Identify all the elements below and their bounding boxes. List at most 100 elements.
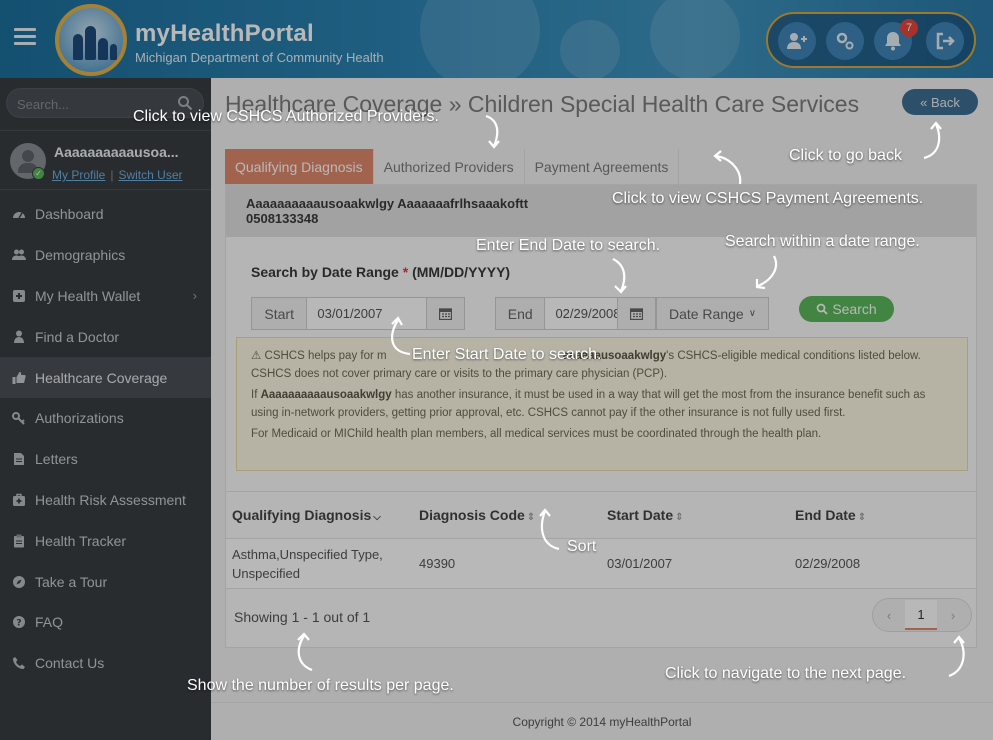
back-button[interactable]: « Back [902, 89, 978, 115]
sidebar-item-label: Demographics [35, 247, 126, 264]
sidebar-item-label: Health Risk Assessment [35, 491, 186, 508]
cshcs-notice: ⚠ CSHCS helps pay for m aaaaaausoaakwlgy'… [236, 337, 968, 471]
cell-diagnosis: Asthma,Unspecified Type, Unspecified [232, 546, 383, 581]
search-button[interactable]: Search [799, 296, 894, 322]
tutorial-arrow-icon [485, 114, 500, 149]
sidebar-item-authorizations[interactable]: Authorizations [0, 398, 211, 439]
tab-bar: Qualifying Diagnosis Authorized Provider… [225, 149, 680, 184]
sidebar-item-label: Authorizations [35, 410, 124, 427]
add-user-button[interactable] [778, 22, 816, 60]
verified-check-icon: ✓ [32, 167, 45, 180]
tab-qualifying-diagnosis[interactable]: Qualifying Diagnosis [225, 149, 374, 184]
settings-button[interactable] [826, 22, 864, 60]
sort-icon[interactable]: ⇕ [675, 512, 683, 523]
header-decoration [650, 0, 740, 78]
sidebar-item-health-risk-assessment[interactable]: Health Risk Assessment [0, 480, 211, 521]
settings-icon [836, 32, 854, 50]
sidebar-item-label: Healthcare Coverage [35, 369, 168, 386]
notifications-button[interactable]: 7 [874, 19, 918, 60]
column-header[interactable]: Diagnosis Code ⇕ [413, 507, 601, 523]
patient-id: 0508133348 [246, 211, 319, 226]
column-header-label: Start Date [607, 507, 674, 523]
plus-square-icon [13, 289, 25, 302]
brand-logo [55, 4, 127, 76]
switch-user-link[interactable]: Switch User [118, 168, 182, 182]
sidebar-item-take-a-tour[interactable]: Take a Tour [0, 561, 211, 602]
date-range-dropdown-label: Date Range [668, 305, 744, 322]
chevron-down-icon: ∨ [748, 308, 757, 319]
sidebar-nav: Dashboard Demographics My Health Wallet … [0, 194, 217, 684]
sidebar-item-find-a-doctor[interactable]: Find a Doctor [0, 316, 211, 357]
sort-desc-icon[interactable]: ⌵ [373, 512, 381, 523]
svg-text:?: ? [16, 619, 21, 629]
next-page-button[interactable]: › [937, 600, 969, 630]
brand-subtitle: Michigan Department of Community Health [135, 50, 384, 65]
sidebar-item-contact-us[interactable]: Contact Us [0, 643, 211, 684]
tutorial-arrow-icon [713, 150, 742, 185]
column-header[interactable]: End Date ⇕ [789, 507, 976, 523]
main-content: Healthcare Coverage » Children Special H… [211, 78, 993, 740]
compass-icon [13, 575, 25, 588]
sort-icon[interactable]: ⇕ [858, 512, 866, 523]
sidebar-item-letters[interactable]: Letters [0, 439, 211, 480]
key-icon [12, 412, 25, 426]
search-button-label: Search [832, 301, 877, 317]
sidebar-item-healthcare-coverage[interactable]: Healthcare Coverage [0, 357, 217, 398]
tutorial-start-date-text: Enter Start Date to search. [412, 346, 602, 363]
tab-authorized-providers[interactable]: Authorized Providers [373, 149, 525, 184]
header-decoration [420, 0, 540, 78]
table-header: Qualifying Diagnosis ⌵ Diagnosis Code ⇕ St… [226, 491, 976, 539]
start-calendar-button[interactable] [426, 298, 464, 329]
user-name: Aaaaaaaaaausoa... [54, 144, 179, 160]
sidebar-item-label: Find a Doctor [35, 328, 120, 345]
notice-paragraph: ⚠ CSHCS helps pay for m aaaaaausoaakwlgy'… [251, 348, 953, 383]
app-header: myHealthPortal Michigan Department of Co… [0, 0, 993, 78]
prev-page-button[interactable]: ‹ [873, 600, 905, 630]
tutorial-next-page-text: Click to navigate to the next page. [665, 665, 907, 682]
calendar-icon [439, 308, 453, 320]
date-range-dropdown[interactable]: Date Range ∨ [656, 297, 769, 330]
dashboard-icon [13, 212, 25, 219]
sidebar-item-dashboard[interactable]: Dashboard [0, 194, 211, 235]
results-count: Showing 1 - 1 out of 1 [234, 609, 371, 625]
sidebar-item-demographics[interactable]: Demographics [0, 235, 211, 276]
column-header[interactable]: Start Date ⇕ [601, 507, 789, 523]
tutorial-end-date-text: Enter End Date to search. [476, 237, 661, 254]
end-calendar-button[interactable] [617, 298, 655, 329]
end-label: End [496, 298, 546, 329]
logout-icon [936, 32, 955, 50]
cell-start-date: 03/01/2007 [607, 556, 673, 571]
tutorial-results-text: Show the number of results per page. [187, 677, 454, 694]
column-header-label: End Date [795, 507, 856, 523]
thumbs-up-icon [12, 371, 26, 384]
sidebar-item-health-tracker[interactable]: Health Tracker [0, 520, 211, 561]
brand-title: myHealthPortal [135, 20, 314, 47]
tutorial-sort-text: Sort [567, 538, 597, 555]
date-format-hint: (MM/DD/YYYY) [412, 264, 511, 280]
menu-icon[interactable] [14, 28, 36, 46]
logout-button[interactable] [926, 22, 964, 60]
diagnosis-table: Qualifying Diagnosis ⌵ Diagnosis Code ⇕ St… [226, 491, 976, 589]
document-icon [14, 453, 24, 466]
page-button[interactable]: 1 [905, 600, 937, 630]
sidebar-item-faq[interactable]: ? FAQ [0, 602, 211, 643]
notice-paragraph: If Aaaaaaaaaausoaakwlgy has another insu… [251, 387, 953, 422]
doctor-icon [14, 330, 24, 343]
cell-end-date: 02/29/2008 [795, 556, 861, 571]
header-decoration [560, 20, 620, 78]
sort-icon[interactable]: ⇕ [527, 512, 535, 523]
sidebar-item-label: Health Tracker [35, 532, 127, 549]
sidebar-item-my-health-wallet[interactable]: My Health Wallet › [0, 276, 211, 317]
column-header[interactable]: Qualifying Diagnosis ⌵ [226, 507, 413, 523]
clipboard-icon [14, 534, 24, 548]
tutorial-arrow-icon [923, 121, 942, 160]
end-date-input[interactable] [545, 298, 618, 329]
add-user-icon [787, 33, 807, 49]
tab-payment-agreements[interactable]: Payment Agreements [524, 149, 680, 184]
column-header-label: Qualifying Diagnosis [232, 507, 372, 523]
end-date-group: End [495, 297, 656, 330]
notice-name: Aaaaaaaaaausoaakwlgy [260, 389, 392, 401]
link-separator: | [110, 168, 114, 182]
my-profile-link[interactable]: My Profile [52, 168, 105, 182]
users-icon [12, 249, 26, 261]
